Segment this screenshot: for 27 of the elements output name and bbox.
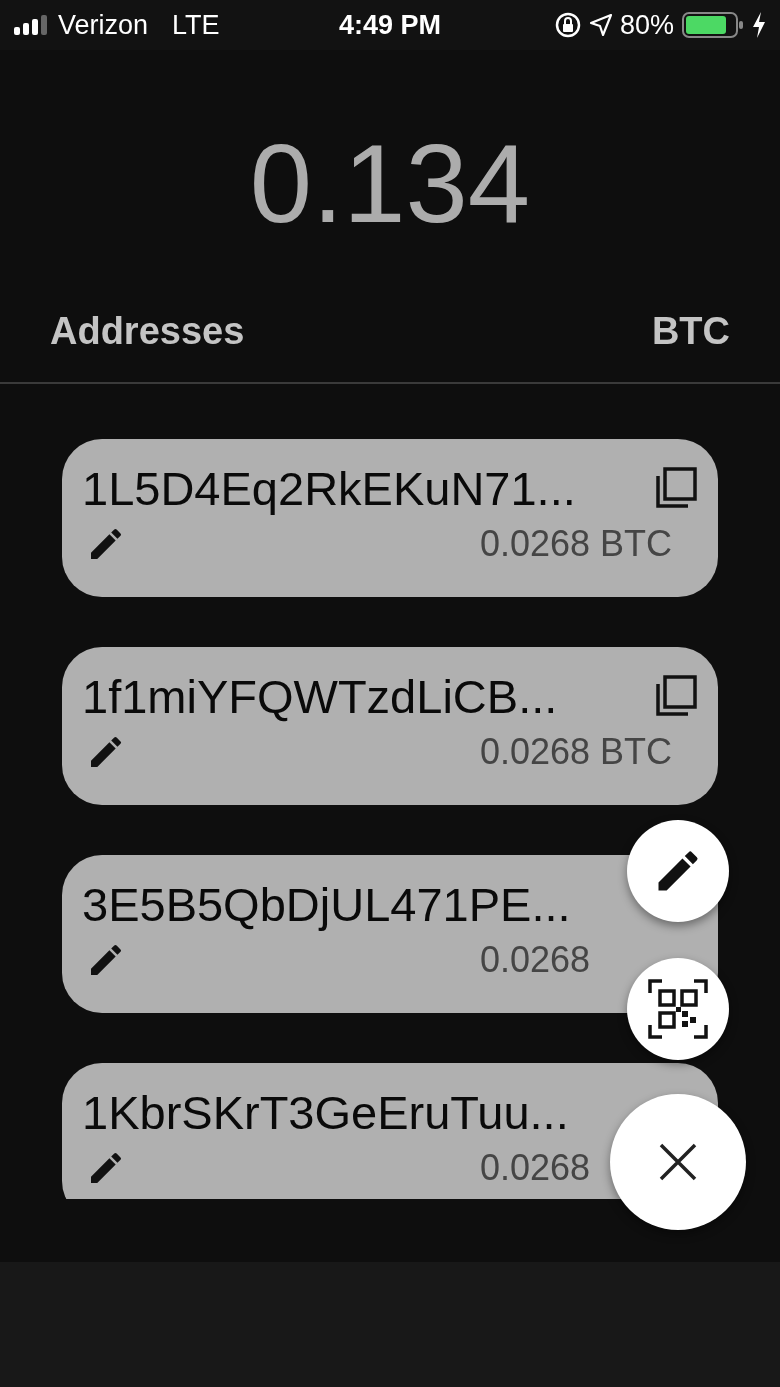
carrier-name: Verizon	[58, 9, 149, 41]
network-type: LTE	[172, 9, 220, 41]
address-card[interactable]: 1f1miYFQWTzdLiCB... 0.0268 BTC	[62, 647, 718, 805]
status-time: 4:49 PM	[339, 9, 441, 41]
charging-bolt-icon	[752, 12, 766, 38]
battery-icon	[682, 12, 744, 38]
location-arrow-icon	[589, 14, 612, 36]
balance-amount: 0.134	[248, 128, 532, 240]
qr-scan-icon	[648, 979, 708, 1039]
rotation-lock-icon	[553, 11, 582, 39]
signal-icon	[14, 15, 48, 35]
address-card[interactable]: 3E5B5QbDjUL471PE... 0.0268	[62, 855, 718, 1013]
address-amount: 0.0268 BTC	[480, 731, 673, 773]
address-text: 3E5B5QbDjUL471PE...	[82, 876, 571, 932]
copy-icon[interactable]	[654, 466, 698, 510]
close-icon	[658, 1142, 698, 1182]
address-text: 1L5D4Eq2RkEKuN71...	[82, 460, 576, 516]
battery-percent: 80%	[619, 9, 674, 41]
section-title: Addresses	[50, 310, 245, 354]
address-amount: 0.0268	[480, 1147, 591, 1189]
address-amount: 0.0268	[480, 939, 591, 981]
unit-label: BTC	[651, 310, 730, 354]
address-text: 1KbrSKrT3GeEruTuu...	[82, 1084, 569, 1140]
address-text: 1f1miYFQWTzdLiCB...	[82, 668, 558, 724]
address-card[interactable]: 1L5D4Eq2RkEKuN71... 0.0268 BTC	[62, 439, 718, 597]
copy-icon[interactable]	[654, 674, 698, 718]
address-amount: 0.0268 BTC	[480, 523, 673, 565]
